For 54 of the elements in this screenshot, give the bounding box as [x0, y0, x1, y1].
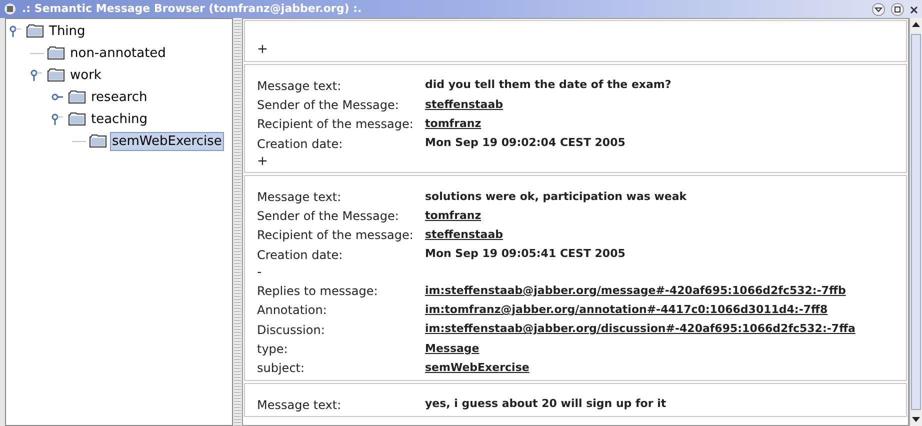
folder-icon: [47, 68, 65, 82]
field-value: did you tell them the date of the exam?: [425, 77, 672, 94]
tree-item[interactable]: semWebExercise: [110, 132, 224, 150]
field-label: Creation date:: [257, 136, 344, 153]
maximize-icon[interactable]: [891, 2, 904, 16]
field-label: Recipient of the message:: [257, 116, 414, 134]
tree-item[interactable]: research: [89, 88, 150, 106]
folder-icon: [26, 24, 44, 38]
expand-toggle[interactable]: +: [257, 41, 268, 58]
field-link[interactable]: steffenstaab: [425, 96, 503, 114]
collapsed-handle-icon[interactable]: [51, 91, 65, 103]
field-link[interactable]: im:steffenstaab@jabber.org/discussion#-420af695:1066d2fc532:-7ffa: [425, 321, 856, 338]
field-link[interactable]: semWebExercise: [425, 360, 530, 376]
field-value: solutions were ok, participation was weak: [425, 188, 687, 205]
field-label: Discussion:: [257, 322, 326, 339]
tree-item[interactable]: Thing: [47, 22, 88, 40]
field-label: Recipient of the message:: [257, 227, 414, 244]
tree-item[interactable]: teaching: [89, 110, 150, 128]
tree-item[interactable]: work: [68, 66, 104, 84]
field-label: Message text:: [257, 78, 342, 95]
folder-icon: [89, 134, 107, 148]
field-link[interactable]: im:steffenstaab@jabber.org/message#-420af695:1066d2fc532:-7ffb: [425, 282, 846, 300]
field-label: Sender of the Message:: [257, 208, 400, 226]
field-link[interactable]: tomfranz: [425, 116, 482, 132]
expanded-handle-icon[interactable]: [51, 113, 65, 125]
folder-icon: [68, 90, 86, 104]
field-label: Message text:: [257, 188, 342, 206]
field-label: Message text:: [257, 396, 342, 414]
field-link[interactable]: tomfranz: [425, 208, 482, 224]
expand-toggle[interactable]: +: [257, 153, 268, 170]
window-title: .: Semantic Message Browser (tomfranz@jabber.org) :.: [22, 0, 362, 17]
field-label: Replies to message:: [257, 283, 379, 300]
field-value: Mon Sep 19 09:05:41 CEST 2005: [425, 246, 626, 262]
field-label: type:: [257, 340, 289, 358]
field-label: subject:: [257, 360, 306, 378]
field-label: Creation date:: [257, 246, 344, 264]
expand-toggle[interactable]: -: [257, 264, 262, 282]
folder-icon: [47, 46, 65, 60]
field-value: Mon Sep 19 09:02:04 CEST 2005: [425, 135, 626, 152]
field-link[interactable]: im:tomfranz@jabber.org/annotation#-4417c0:1066d3011d4:-7ff8: [425, 302, 828, 319]
field-link[interactable]: Message: [425, 340, 480, 358]
tree-item[interactable]: non-annotated: [68, 44, 168, 62]
field-link[interactable]: steffenstaab: [425, 227, 503, 244]
expanded-handle-icon[interactable]: [30, 69, 44, 81]
scrollbar[interactable]: [909, 18, 922, 426]
scroll-thumb[interactable]: [911, 34, 921, 410]
app-icon[interactable]: [4, 3, 16, 15]
splitter-handle[interactable]: [234, 18, 241, 426]
field-value: yes, i guess about 20 will sign up for it: [425, 396, 666, 412]
minimize-icon[interactable]: [872, 2, 885, 16]
expanded-handle-icon[interactable]: [9, 25, 23, 37]
field-label: Annotation:: [257, 302, 328, 320]
folder-icon: [68, 112, 86, 126]
field-label: Sender of the Message:: [257, 96, 400, 114]
